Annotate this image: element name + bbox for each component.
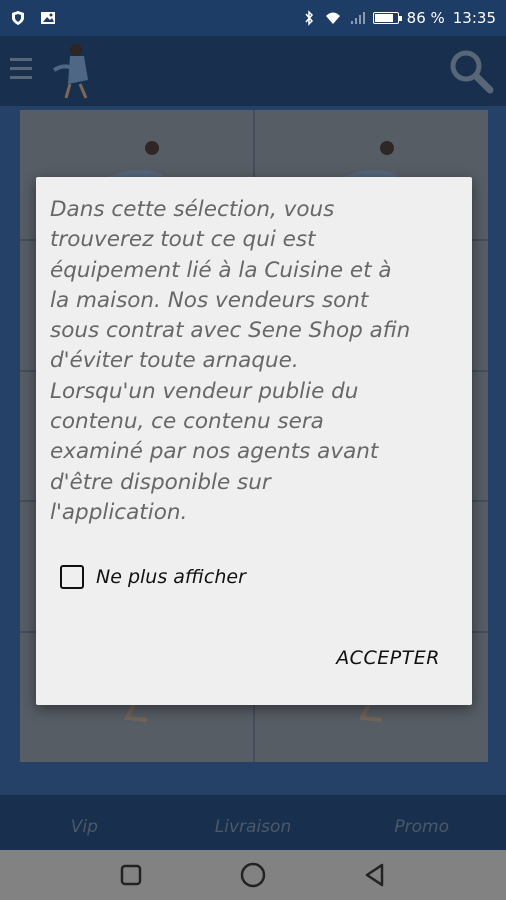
message-line: contenu, ce contenu sera [50,409,324,435]
bluetooth-icon [305,10,313,26]
message-line: Dans cette sélection, vous [50,197,335,222]
message-line: d'être disponible sur [50,469,271,495]
info-dialog: Dans cette sélection, vous trouverez tou… [36,177,472,705]
accept-button[interactable]: ACCEPTER [336,647,440,669]
message-line: l'application. [50,499,188,525]
dont-show-again-label[interactable]: Ne plus afficher [96,566,246,588]
message-line: examiné par nos agents avant [50,439,379,465]
battery-icon [372,12,402,24]
status-bar: 86 % 13:35 [0,0,506,36]
shield-icon [12,11,24,25]
wifi-icon [325,12,340,24]
dont-show-again-row[interactable]: Ne plus afficher [60,565,246,589]
message-line: équipement lié à la Cuisine et à [50,257,392,283]
clock: 13:35 [452,9,496,27]
system-nav-bar [0,850,506,900]
dont-show-again-checkbox[interactable] [60,565,84,589]
back-icon[interactable] [360,860,390,890]
dialog-message: Dans cette sélection, vous trouverez tou… [50,195,460,528]
recents-icon[interactable] [116,860,146,890]
image-icon [41,12,55,24]
message-line: d'éviter toute arnaque. [50,348,299,374]
message-line: sous contrat avec Sene Shop afin [50,318,411,344]
message-line: la maison. Nos vendeurs sont [50,287,369,313]
message-line: Lorsqu'un vendeur publie du [50,378,359,404]
message-line: trouverez tout ce qui est [50,227,316,253]
signal-icon [350,12,365,24]
battery-percent: 86 % [406,9,445,27]
home-icon[interactable] [238,860,268,890]
